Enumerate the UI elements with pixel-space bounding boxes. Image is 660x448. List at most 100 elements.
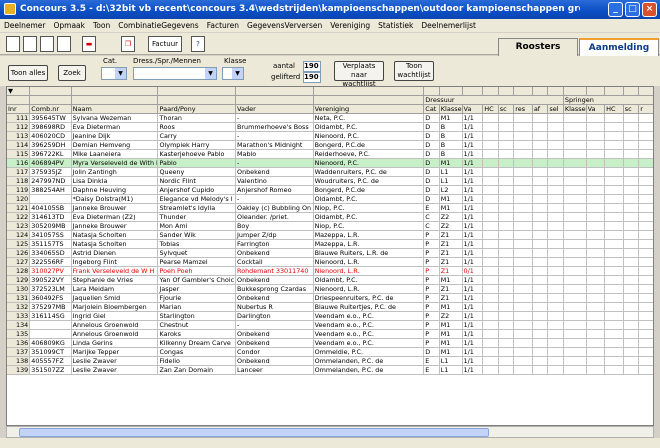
row-index-cell: 116 xyxy=(7,158,31,169)
column-header[interactable]: Paard/Pony xyxy=(157,104,237,115)
column-header[interactable]: Klasse xyxy=(563,104,587,115)
table-row[interactable]: 120 *Daisy Dolstra(M1) Elegance vd Melody'… xyxy=(7,194,653,205)
factuur-button[interactable]: Factuur xyxy=(148,36,182,52)
table-row[interactable]: 113 406020CD Jeanine Dijk Carry - Nienoord, P… xyxy=(7,131,653,142)
table-row[interactable]: 119 388254AH Daphne Heuving Anjershof Cupid… xyxy=(7,185,653,196)
scrollbar-thumb[interactable] xyxy=(19,428,489,437)
table-row[interactable]: 129 390522VY Stephanie de Vries Yan Of Gamb… xyxy=(7,275,653,286)
menu-opmaak[interactable]: Opmaak xyxy=(49,19,89,32)
table-row[interactable]: 127 322556RF Ingeborg Flint Pearse Mamzel Co… xyxy=(7,257,653,268)
column-header[interactable]: HC xyxy=(604,104,624,115)
sort-icon[interactable]: ▼ xyxy=(7,87,31,97)
column-header[interactable]: Vereniging xyxy=(313,104,425,115)
open-doc-icon[interactable] xyxy=(23,36,37,52)
table-row[interactable]: 125 351157TS Natasja Scholten Tobias Farring… xyxy=(7,239,653,250)
column-header[interactable]: sc xyxy=(623,104,640,115)
horizontal-scrollbar[interactable] xyxy=(6,426,654,438)
table-row[interactable]: 121 404105SB Janneke Brouwer Streamlet's Id… xyxy=(7,203,653,214)
column-header[interactable]: r xyxy=(638,104,653,115)
entries-grid[interactable]: ▼ Dressuur Springen Inr Comb.nr Naam Paard/… xyxy=(6,86,654,426)
title-bar[interactable]: Concours 3.5 - d:\32bit vb recent\concou… xyxy=(0,0,660,19)
tab-aanmelding[interactable]: Aanmelding xyxy=(579,38,659,56)
table-cell xyxy=(482,329,499,340)
column-header[interactable]: sc xyxy=(498,104,515,115)
table-cell xyxy=(586,149,606,160)
klasse-select[interactable]: ▼ xyxy=(222,67,244,80)
table-row[interactable]: 115 396722KL Mike Laaneiera Kasterjehoeve P… xyxy=(7,149,653,160)
table-row[interactable]: 133 316114SG Ingrid Giel Starlington Darling… xyxy=(7,311,653,322)
table-row[interactable]: 134 Annelous Groenwold Chestnut - Veendam e.… xyxy=(7,320,653,331)
table-row[interactable]: 116 406894PV Myra Verseleveld de With H Pab… xyxy=(7,158,653,169)
copy-icon[interactable]: ❐ xyxy=(121,36,135,52)
list-icon[interactable] xyxy=(40,36,54,52)
table-cell xyxy=(604,329,624,340)
table-cell: Onbekend xyxy=(235,356,314,367)
menu-gegevensverversen[interactable]: GegevensVerversen xyxy=(243,19,326,32)
table-row[interactable]: 137 351099CT Marijke Tepper Congas Condor Omm… xyxy=(7,347,653,358)
table-cell xyxy=(513,158,533,169)
row-index-cell: 129 xyxy=(7,275,31,286)
column-header[interactable]: Va xyxy=(586,104,606,115)
table-cell: Condor xyxy=(235,347,314,358)
new-doc-icon[interactable] xyxy=(6,36,20,52)
table-cell: 405557FZ xyxy=(29,356,72,367)
menu-toon[interactable]: Toon xyxy=(89,19,114,32)
column-header[interactable]: Comb.nr xyxy=(29,104,72,115)
column-header[interactable]: HC xyxy=(482,104,499,115)
table-row[interactable]: 132 375297MB Marjolein Bloembergen Marian Nu… xyxy=(7,302,653,313)
menu-deelnemerlijst[interactable]: Deelnemerlijst xyxy=(417,19,480,32)
doc-icon[interactable] xyxy=(57,36,71,52)
table-row[interactable]: 130 372523LM Lara Meidam Jasper Bukkesprong … xyxy=(7,284,653,295)
table-cell: Jumper Z/dp xyxy=(235,230,314,241)
table-row[interactable]: 114 396259DH Demian Hemveng Olympiek Harry M… xyxy=(7,140,653,151)
table-cell: Z1 xyxy=(439,266,463,277)
dress-select[interactable]: ▼ xyxy=(133,67,217,80)
column-header[interactable]: Inr xyxy=(7,104,31,115)
table-row[interactable]: 122 314613TD Eva Dieterman (Z2) Thunder Olea… xyxy=(7,212,653,223)
print-icon[interactable]: ▬ xyxy=(82,36,96,52)
column-header[interactable]: Klasse xyxy=(439,104,463,115)
row-index-cell: 120 xyxy=(7,194,31,205)
help-icon[interactable]: ? xyxy=(191,36,205,52)
column-header[interactable]: res xyxy=(513,104,533,115)
table-row[interactable]: 123 305209MB Janneke Brouwer Mon Ami Boy Niop… xyxy=(7,221,653,232)
table-row[interactable]: 128 310027PV Frank Verseleveld de W H Poeh … xyxy=(7,266,653,277)
table-cell xyxy=(638,293,653,304)
minimize-button[interactable]: _ xyxy=(608,2,623,17)
table-row[interactable]: 111 395645TW Sylvana Wezeman Thoran - Neta, P… xyxy=(7,113,653,124)
table-row[interactable]: 126 334065SD Astrid Dienen Sylvquet Onbekend… xyxy=(7,248,653,259)
table-row[interactable]: 138 405557FZ Leslie Zwaver Fidelio Onbekend O… xyxy=(7,356,653,367)
table-row[interactable]: 131 360492FS Jaquelien Smid Fjourie Onbekend… xyxy=(7,293,653,304)
zoek-button[interactable]: Zoek xyxy=(58,65,86,81)
menu-vereniging[interactable]: Vereniging xyxy=(326,19,374,32)
tab-roosters[interactable]: Roosters xyxy=(498,38,578,56)
menu-statistiek[interactable]: Statistiek xyxy=(374,19,417,32)
table-row[interactable]: 117 375935JZ Jolin Zantingh Queeny Onbekend W… xyxy=(7,167,653,178)
toon-wachtlijst-button[interactable]: Toon wachtlijst xyxy=(394,61,434,81)
cat-select[interactable]: ▼ xyxy=(101,67,127,80)
toon-alles-button[interactable]: Toon alles xyxy=(8,65,48,81)
table-cell xyxy=(563,158,587,169)
column-header[interactable]: Va xyxy=(462,104,484,115)
row-index-cell: 124 xyxy=(7,230,31,241)
table-row[interactable]: 136 406809KG Linda Gerins Kilkenny Dream Ca… xyxy=(7,338,653,349)
menu-combinatiegegevens[interactable]: CombinatieGegevens xyxy=(114,19,202,32)
table-cell xyxy=(563,221,587,232)
chevron-down-icon: ▼ xyxy=(232,68,243,79)
table-row[interactable]: 124 341057SS Natasja Scholten Sander Wik Jum… xyxy=(7,230,653,241)
column-header[interactable]: Cat xyxy=(423,104,440,115)
table-row[interactable]: 112 398698RD Eva Dieterman Roos Brummerhoeve… xyxy=(7,122,653,133)
table-row[interactable]: 118 247997ND Lisa Dinkla Nordic Flint Valent… xyxy=(7,176,653,187)
menu-facturen[interactable]: Facturen xyxy=(203,19,243,32)
column-header[interactable]: af xyxy=(532,104,549,115)
close-button[interactable]: × xyxy=(642,2,657,17)
maximize-button[interactable]: □ xyxy=(625,2,640,17)
column-header[interactable]: Vader xyxy=(235,104,314,115)
column-header[interactable]: sel xyxy=(547,104,564,115)
verplaats-wachtlijst-button[interactable]: Verplaats naar wachtlijst xyxy=(334,61,384,88)
column-header[interactable]: Naam xyxy=(71,104,159,115)
table-row[interactable]: 135 Annelous Groenwold Karoks Onbekend Veend… xyxy=(7,329,653,340)
table-row[interactable]: 139 351507ZZ Leslie Zwaver Zan Zan Domain La… xyxy=(7,365,653,376)
menu-deelnemer[interactable]: Deelnemer xyxy=(0,19,49,32)
table-cell: P xyxy=(423,329,440,340)
